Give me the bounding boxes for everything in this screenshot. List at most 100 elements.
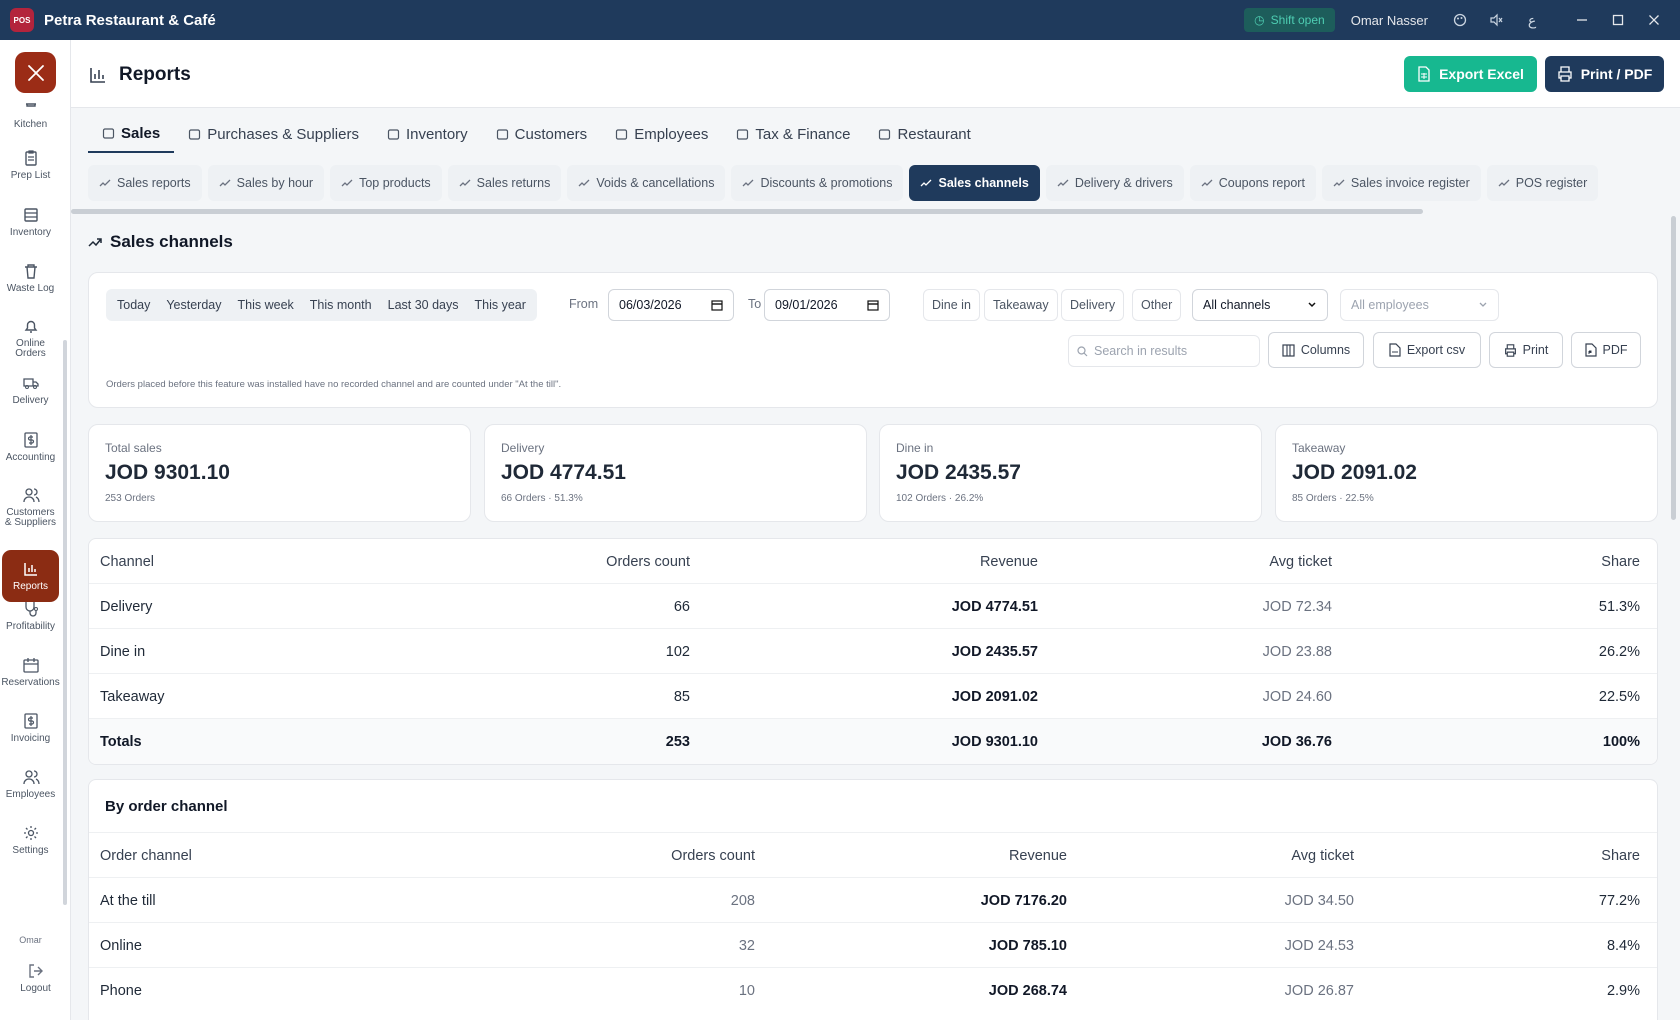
page-title: Reports (119, 64, 191, 85)
sidebar-item-employees[interactable]: Employees (2, 762, 59, 806)
print-button[interactable]: Print (1489, 332, 1563, 368)
tab-label: Restaurant (897, 125, 971, 143)
range-last-30-days[interactable]: Last 30 days (380, 298, 467, 312)
sidebar-item-inventory[interactable]: Inventory (2, 200, 59, 244)
sidebar-user: Omar (2, 930, 59, 946)
subtab-icon (1333, 179, 1345, 187)
bell-icon (24, 320, 37, 333)
channel-chip-dine-in[interactable]: Dine in (923, 289, 980, 321)
subtab-delivery-drivers[interactable]: Delivery & drivers (1045, 165, 1184, 201)
search-icon (1077, 345, 1088, 356)
chevron-down-icon (1308, 302, 1316, 308)
bar-chart-icon (90, 68, 105, 83)
home-logo-button[interactable] (15, 52, 56, 93)
maximize-icon[interactable] (1600, 14, 1636, 26)
tab-restaurant[interactable]: Restaurant (864, 115, 984, 153)
sidebar-item-label: Inventory (9, 227, 52, 238)
sidebar-item-settings[interactable]: Settings (2, 818, 59, 862)
channel-select[interactable]: All channels (1192, 289, 1328, 321)
columns-button[interactable]: Columns (1268, 332, 1364, 368)
tab-inventory[interactable]: Inventory (373, 115, 482, 153)
columns-icon (1282, 343, 1295, 357)
order-channel-table-title: By order channel (89, 780, 1657, 833)
logout-button[interactable]: Logout (7, 958, 64, 998)
sidebar-item-delivery[interactable]: Delivery (2, 368, 59, 412)
subtab-voids-cancellations[interactable]: Voids & cancellations (567, 165, 726, 201)
range-today[interactable]: Today (109, 298, 158, 312)
subtab-sales-returns[interactable]: Sales returns (447, 165, 562, 201)
tabs-scrollbar[interactable] (71, 209, 1423, 214)
sidebar-item-prep-list[interactable]: Prep List (2, 143, 59, 187)
from-date-input[interactable]: 06/03/2026 (608, 289, 734, 321)
cell: Takeaway (100, 688, 165, 705)
to-date-input[interactable]: 09/01/2026 (764, 289, 890, 321)
title-bar: POS Petra Restaurant & Café ◷ Shift open… (0, 0, 1680, 40)
sidebar-item-online-orders[interactable]: Online Orders (2, 312, 59, 364)
sidebar-item-customers-suppliers[interactable]: Customers & Suppliers (2, 481, 59, 533)
subtab-top-products[interactable]: Top products (330, 165, 442, 201)
main-area: Reports Export Excel Print / PDF Sales Pu… (71, 40, 1680, 1020)
export-csv-button[interactable]: Export csv (1373, 332, 1481, 368)
channel-chip-other[interactable]: Other (1132, 289, 1182, 321)
channel-chip-takeaway[interactable]: Takeaway (984, 289, 1058, 321)
from-label: From (569, 297, 599, 311)
search-input[interactable]: Search in results (1068, 335, 1260, 367)
mute-icon[interactable] (1478, 13, 1514, 27)
sidebar-item-waste-log[interactable]: Waste Log (2, 256, 59, 300)
subtab-sales-by-hour[interactable]: Sales by hour (207, 165, 325, 201)
logout-label: Logout (20, 983, 51, 994)
page-scrollbar[interactable] (1671, 216, 1676, 520)
export-excel-button[interactable]: Export Excel (1404, 56, 1537, 92)
language-icon[interactable]: ع (1514, 12, 1550, 29)
subtab-sales-channels[interactable]: Sales channels (909, 165, 1040, 201)
sidebar-item-label: Invoicing (10, 733, 51, 744)
subtab-icon (459, 179, 471, 187)
current-user[interactable]: Omar Nasser (1351, 13, 1428, 28)
clock-icon: ◷ (1254, 13, 1265, 27)
employee-select[interactable]: All employees (1340, 289, 1499, 321)
range-this-week[interactable]: This week (230, 298, 302, 312)
cell: JOD 9301.10 (951, 733, 1038, 750)
sidebar-item-label: Online Orders (15, 338, 46, 359)
cell: Avg ticket (1291, 847, 1354, 864)
to-date-value: 09/01/2026 (775, 298, 838, 312)
print-pdf-button[interactable]: Print / PDF (1545, 56, 1664, 92)
cell: Dine in (100, 643, 146, 660)
channel-chip-delivery[interactable]: Delivery (1061, 289, 1125, 321)
palette-icon[interactable] (1442, 13, 1478, 27)
range-this-month[interactable]: This month (302, 298, 380, 312)
printer-icon (1558, 66, 1572, 82)
dollar-icon (23, 713, 38, 729)
cell: JOD 72.34 (1262, 598, 1332, 615)
shift-status-badge[interactable]: ◷ Shift open (1244, 8, 1335, 32)
pdf-button[interactable]: PDF (1571, 332, 1641, 368)
range-this-year[interactable]: This year (467, 298, 534, 312)
tab-employees[interactable]: Employees (601, 115, 722, 153)
tab-customers[interactable]: Customers (482, 115, 602, 153)
subtab-pos-register[interactable]: POS register (1486, 165, 1599, 201)
cell: Phone (100, 982, 142, 999)
range-yesterday[interactable]: Yesterday (158, 298, 229, 312)
subtab-coupons-report[interactable]: Coupons report (1189, 165, 1316, 201)
minimize-icon[interactable] (1564, 14, 1600, 26)
truck-icon (22, 378, 39, 389)
sidebar-item-kitchen[interactable]: Kitchen (2, 98, 59, 130)
subtab-sales-invoice-register[interactable]: Sales invoice register (1321, 165, 1481, 201)
stethoscope-icon (24, 602, 38, 617)
cell: Revenue (979, 553, 1038, 570)
subtab-discounts-promotions[interactable]: Discounts & promotions (731, 165, 904, 201)
tab-purchases-suppliers[interactable]: Purchases & Suppliers (174, 115, 373, 153)
sidebar-item-accounting[interactable]: Accounting (2, 425, 59, 469)
sidebar-item-profitability[interactable]: Profitability (2, 594, 59, 638)
sidebar-item-invoicing[interactable]: Invoicing (2, 706, 59, 750)
sidebar-scrollbar[interactable] (63, 340, 67, 905)
subtab-sales-reports[interactable]: Sales reports (88, 165, 202, 201)
tab-sales[interactable]: Sales (88, 115, 175, 153)
page-header: Reports Export Excel Print / PDF (71, 40, 1680, 108)
close-icon[interactable] (1636, 14, 1672, 26)
sidebar-item-reservations[interactable]: Reservations (1, 650, 60, 694)
subtab-label: Sales returns (476, 176, 551, 190)
tab-tax-finance[interactable]: Tax & Finance (722, 115, 864, 153)
sidebar-item-label: Prep List (10, 170, 51, 181)
cell: Avg ticket (1269, 553, 1332, 570)
